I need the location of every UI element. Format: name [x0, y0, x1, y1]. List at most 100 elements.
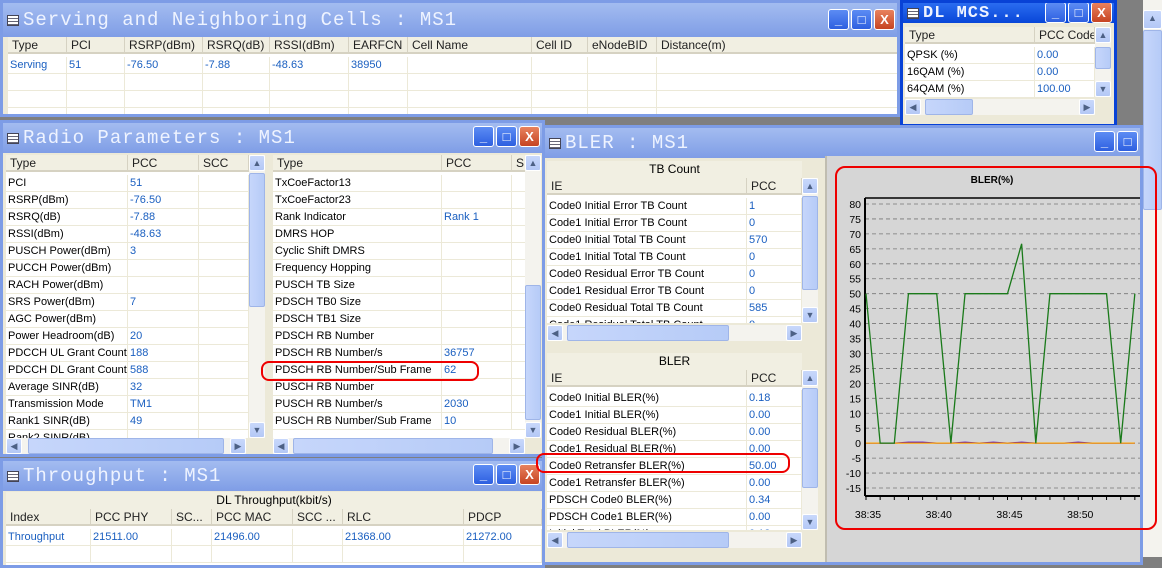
- table-row[interactable]: RACH Power(dBm): [6, 277, 249, 294]
- scroll-down-button[interactable]: ▼: [802, 514, 818, 530]
- scroll-up-button[interactable]: ▲: [525, 155, 541, 171]
- title-bar[interactable]: Throughput : MS1 _□X: [3, 461, 542, 491]
- column-header[interactable]: RSSI(dBm): [270, 37, 349, 52]
- scroll-down-button[interactable]: ▼: [802, 307, 818, 323]
- table-row[interactable]: Code1 Initial Total TB Count0: [547, 249, 802, 266]
- table-row[interactable]: PDSCH Code0 BLER(%)0.34: [547, 492, 802, 509]
- column-header[interactable]: eNodeBID: [588, 37, 657, 52]
- scroll-thumb[interactable]: [925, 99, 973, 115]
- column-header[interactable]: SCC: [199, 155, 249, 170]
- scroll-thumb[interactable]: [525, 285, 541, 420]
- close-button[interactable]: X: [519, 126, 540, 147]
- table-row[interactable]: PDSCH RB Number/s36757: [273, 345, 525, 362]
- scroll-down-button[interactable]: ▼: [525, 422, 541, 438]
- close-button[interactable]: X: [874, 9, 895, 30]
- table-row[interactable]: PUSCH RB Number: [273, 379, 525, 396]
- scroll-thumb[interactable]: [567, 532, 729, 548]
- scroll-thumb[interactable]: [802, 388, 818, 488]
- scroll-right-button[interactable]: ▶: [230, 438, 246, 454]
- table-row[interactable]: PUSCH RB Number/Sub Frame10: [273, 413, 525, 430]
- table-row[interactable]: Code1 Residual Error TB Count0: [547, 283, 802, 300]
- maximize-button[interactable]: □: [1068, 2, 1089, 23]
- column-header[interactable]: IE: [547, 370, 747, 385]
- scroll-thumb[interactable]: [249, 173, 265, 307]
- column-header[interactable]: Distance(m): [657, 37, 898, 52]
- table-row[interactable]: TxCoeFactor23: [273, 192, 525, 209]
- table-row[interactable]: [8, 91, 898, 108]
- table-row[interactable]: QPSK (%)0.00: [905, 47, 1095, 64]
- table-row[interactable]: PCI51: [6, 175, 249, 192]
- table-header[interactable]: TypePCCSCC: [6, 155, 249, 172]
- scroll-up-button[interactable]: ▲: [1095, 27, 1111, 43]
- table-row[interactable]: Throughput21511.0021496.0021368.0021272.…: [6, 529, 542, 546]
- scroll-thumb[interactable]: [1095, 47, 1111, 69]
- minimize-button[interactable]: _: [473, 464, 494, 485]
- table-row[interactable]: Code0 Initial BLER(%)0.18: [547, 390, 802, 407]
- table-row[interactable]: Power Headroom(dB)20: [6, 328, 249, 345]
- table-header[interactable]: IEPCC: [547, 370, 802, 387]
- horizontal-scrollbar[interactable]: ◀▶: [273, 438, 525, 454]
- scroll-thumb[interactable]: [293, 438, 493, 454]
- scroll-thumb[interactable]: [567, 325, 729, 341]
- table-row[interactable]: TxCoeFactor13: [273, 175, 525, 192]
- column-header[interactable]: PCC: [747, 370, 802, 385]
- table-row[interactable]: DMRS HOP: [273, 226, 525, 243]
- scroll-left-button[interactable]: ◀: [273, 438, 289, 454]
- column-header[interactable]: PCC MAC: [212, 509, 293, 524]
- column-header[interactable]: Type: [8, 37, 67, 52]
- table-row[interactable]: Rank1 SINR(dB)49: [6, 413, 249, 430]
- table-row[interactable]: RSSI(dBm)-48.63: [6, 226, 249, 243]
- table-row[interactable]: PDCCH UL Grant Count188: [6, 345, 249, 362]
- horizontal-scrollbar[interactable]: ◀▶: [547, 325, 802, 341]
- column-header[interactable]: Cell Name: [408, 37, 532, 52]
- minimize-button[interactable]: _: [1045, 2, 1066, 23]
- scroll-left-button[interactable]: ◀: [6, 438, 22, 454]
- title-bar[interactable]: DL MCS... _□X: [903, 3, 1114, 23]
- horizontal-scrollbar[interactable]: ◀▶: [6, 438, 246, 454]
- scroll-up-button[interactable]: ▲: [249, 155, 265, 171]
- table-row[interactable]: RSRQ(dB)-7.88: [6, 209, 249, 226]
- scroll-right-button[interactable]: ▶: [1079, 99, 1095, 115]
- table-row[interactable]: [8, 74, 898, 91]
- table-row[interactable]: Frequency Hopping: [273, 260, 525, 277]
- horizontal-scrollbar[interactable]: ◀▶: [547, 532, 802, 548]
- table-row[interactable]: 64QAM (%)100.00: [905, 81, 1095, 97]
- scroll-up-button[interactable]: ▲: [1143, 10, 1162, 29]
- column-header[interactable]: PCC: [442, 155, 512, 170]
- table-row[interactable]: PUSCH Power(dBm)3: [6, 243, 249, 260]
- column-header[interactable]: PCC Code: [1035, 27, 1095, 42]
- scroll-up-button[interactable]: ▲: [802, 178, 818, 194]
- column-header[interactable]: Type: [273, 155, 442, 170]
- column-header[interactable]: RSRP(dBm): [125, 37, 203, 52]
- table-row[interactable]: Average SINR(dB)32: [6, 379, 249, 396]
- table-header[interactable]: IEPCC: [547, 178, 802, 195]
- table-row[interactable]: PDSCH TB0 Size: [273, 294, 525, 311]
- table-row[interactable]: Code0 Initial Error TB Count1: [547, 198, 802, 215]
- scroll-left-button[interactable]: ◀: [905, 99, 921, 115]
- table-row[interactable]: Initial Total BLER(%)0.18: [547, 526, 802, 530]
- scroll-right-button[interactable]: ▶: [786, 532, 802, 548]
- column-header[interactable]: PDCP: [464, 509, 542, 524]
- column-header[interactable]: RLC: [343, 509, 464, 524]
- column-header[interactable]: SC...: [172, 509, 212, 524]
- table-row[interactable]: SRS Power(dBm)7: [6, 294, 249, 311]
- column-header[interactable]: Index: [6, 509, 91, 524]
- table-row[interactable]: PDSCH TB1 Size: [273, 311, 525, 328]
- column-header[interactable]: SCC ...: [293, 509, 343, 524]
- minimize-button[interactable]: _: [828, 9, 849, 30]
- vertical-scrollbar[interactable]: ▲▼: [525, 155, 541, 438]
- scroll-thumb[interactable]: [802, 196, 818, 290]
- scroll-left-button[interactable]: ◀: [547, 532, 563, 548]
- column-header[interactable]: Type: [6, 155, 128, 170]
- table-row[interactable]: Code0 Residual BLER(%)0.00: [547, 424, 802, 441]
- scroll-up-button[interactable]: ▲: [802, 370, 818, 386]
- table-row[interactable]: PUSCH RB Number/s2030: [273, 396, 525, 413]
- column-header[interactable]: PCC: [747, 178, 802, 193]
- column-header[interactable]: Cell ID: [532, 37, 588, 52]
- title-bar[interactable]: BLER : MS1 _□: [545, 128, 1140, 158]
- table-row[interactable]: Code1 Initial Error TB Count0: [547, 215, 802, 232]
- close-button[interactable]: X: [1091, 2, 1112, 23]
- table-header[interactable]: TypePCCS: [273, 155, 525, 172]
- column-header[interactable]: EARFCN: [349, 37, 408, 52]
- table-header[interactable]: TypePCC Code: [905, 27, 1095, 44]
